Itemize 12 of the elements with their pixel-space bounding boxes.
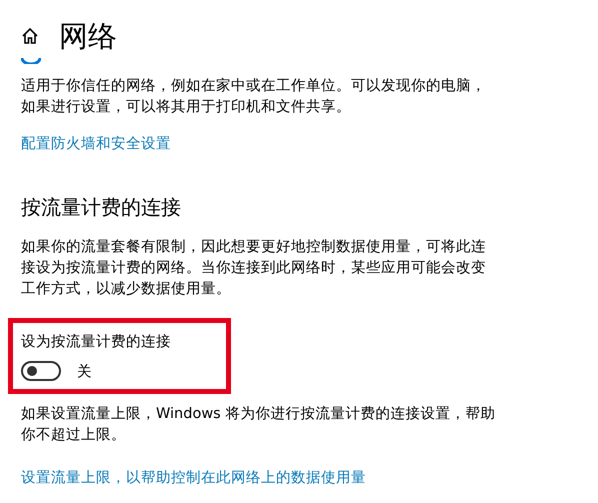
- description-text: 适用于你信任的网络，例如在家中或在工作单位。可以发现你的电脑，如果进行设置，可以将其用于打印机和文件共享。: [21, 76, 487, 117]
- toggle-switch[interactable]: [21, 361, 61, 381]
- firewall-link[interactable]: 配置防火墙和安全设置: [21, 134, 171, 155]
- toggle-state: 关: [77, 362, 92, 380]
- page-title: 网络: [59, 18, 117, 54]
- radio-button[interactable]: [21, 58, 41, 64]
- description-text: 如果你的流量套餐有限制，因此想要更好地控制数据使用量，可将此连接设为按流量计费的网络。当你连接到此网络时，某些应用可能会改变工作方式，以减少数据使用量。: [21, 238, 487, 299]
- note-text: 如果设置流量上限，Windows 将为你进行按流量计费的连接设置，帮助你不超过上限。: [21, 404, 496, 445]
- toggle-label: 设为按流量计费的连接: [21, 332, 172, 352]
- data-limit-link[interactable]: 设置流量上限，以帮助控制在此网络上的数据使用量: [21, 468, 366, 489]
- home-icon[interactable]: [21, 27, 39, 45]
- section-heading: 按流量计费的连接: [21, 194, 182, 221]
